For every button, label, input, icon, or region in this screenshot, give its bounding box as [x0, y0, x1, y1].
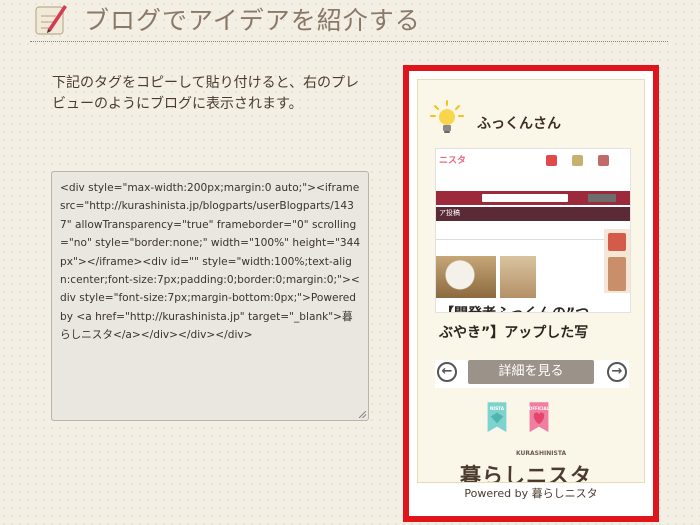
screenshot-photo	[436, 256, 496, 298]
notepad-pencil-icon	[35, 5, 67, 35]
screenshot-nav-icon	[546, 155, 557, 166]
official-badge-label: OFFICIAL	[529, 406, 549, 411]
screenshot-search-input	[482, 194, 568, 202]
embed-code-textarea[interactable]: <div style="max-width:200px;margin:0 aut…	[51, 171, 369, 421]
screenshot-row	[436, 229, 604, 240]
widget-username: ふっくんさん	[477, 116, 561, 132]
brand-latin: KURASHINISTA	[516, 450, 567, 457]
next-arrow-icon[interactable]: →	[607, 362, 627, 382]
screenshot-site-logo: ニスタ	[439, 156, 467, 166]
powered-by[interactable]: Powered by 暮らしニスタ	[409, 485, 653, 501]
divider	[30, 41, 668, 42]
brand-logo-text: 暮らしニスタ	[460, 464, 592, 483]
nista-badge-label: NISTA	[490, 406, 505, 412]
official-badge: OFFICIAL	[529, 402, 549, 433]
prev-arrow-icon[interactable]: ←	[437, 362, 457, 382]
headline-line-1: 【開発者ふっくんの”つ	[440, 304, 626, 312]
screenshot-sidebar-thumb	[608, 257, 626, 291]
screenshot-nav-icon	[572, 155, 583, 166]
widget-nav: ← 詳細を見る →	[435, 360, 629, 388]
screenshot-nav-bar	[436, 207, 630, 221]
embed-code-text: <div style="max-width:200px;margin:0 aut…	[60, 182, 361, 342]
screenshot-sidebar-thumb	[608, 233, 626, 251]
blog-widget-preview: ふっくんさん ニスタ ア投稿 【開発者ふっくんの”つ ぶやき”】アップした写 ←	[417, 79, 645, 483]
page-title: ブログでアイデアを紹介する	[84, 6, 421, 35]
intro-text: 下記のタグをコピーして貼り付けると、右のプレビューのようにブログに表示されます。	[52, 75, 360, 112]
idea-screenshot[interactable]: ニスタ ア投稿 【開発者ふっくんの”つ	[435, 148, 631, 313]
nista-badge: NISTA	[487, 402, 507, 433]
screenshot-photo	[500, 256, 536, 298]
screenshot-nav-text: ア投稿	[439, 209, 460, 217]
detail-button[interactable]: 詳細を見る	[468, 360, 594, 384]
resize-handle[interactable]	[359, 411, 366, 418]
lightbulb-icon	[430, 100, 464, 133]
screenshot-nav-icon	[598, 155, 609, 166]
preview-frame: ふっくんさん ニスタ ア投稿 【開発者ふっくんの”つ ぶやき”】アップした写 ←	[403, 65, 659, 522]
header: ブログでアイデアを紹介する	[0, 0, 700, 42]
screenshot-headline-line-2: ぶやき”】アップした写	[439, 325, 589, 341]
screenshot-headline: 【開発者ふっくんの”つ	[440, 304, 626, 312]
screenshot-search-button	[588, 194, 616, 202]
